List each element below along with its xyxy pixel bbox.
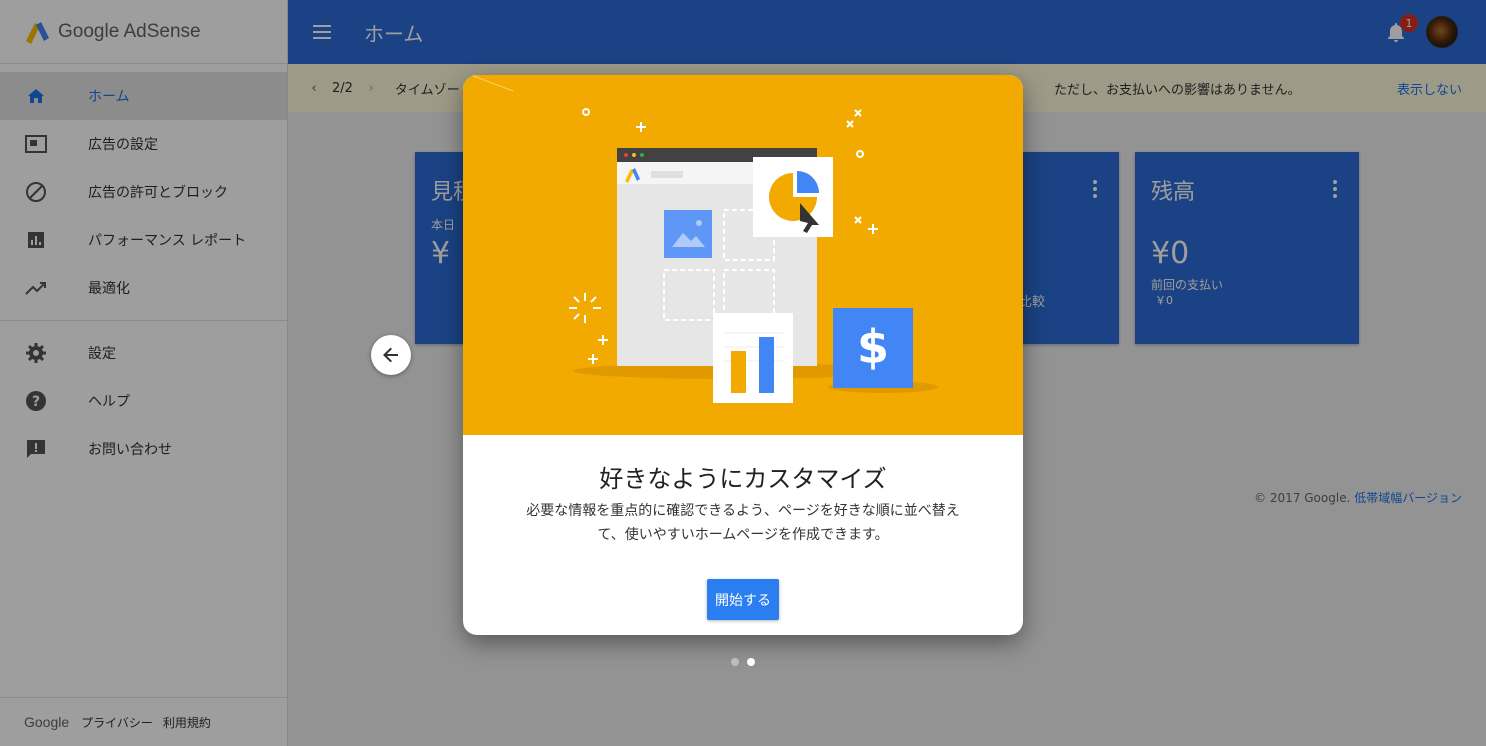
- dialog-body: 必要な情報を重点的に確認できるよう、ページを好きな順に並べ替えて、使いやすいホー…: [526, 503, 960, 543]
- previous-slide-button[interactable]: [371, 335, 411, 375]
- dialog-title: 好きなようにカスタマイズ: [599, 465, 887, 493]
- svg-text:$: $: [857, 320, 889, 374]
- carousel-indicator: [731, 658, 755, 666]
- carousel-dot[interactable]: [731, 658, 739, 666]
- customize-illustration: $: [463, 75, 1023, 435]
- get-started-button[interactable]: 開始する: [707, 579, 779, 620]
- carousel-dot-active[interactable]: [747, 658, 755, 666]
- onboarding-dialog: $ 好きなようにカスタマイズ 必要な情報を重点的に確認できるよう、ページを好きな…: [463, 75, 1023, 635]
- arrow-left-icon: [383, 347, 398, 363]
